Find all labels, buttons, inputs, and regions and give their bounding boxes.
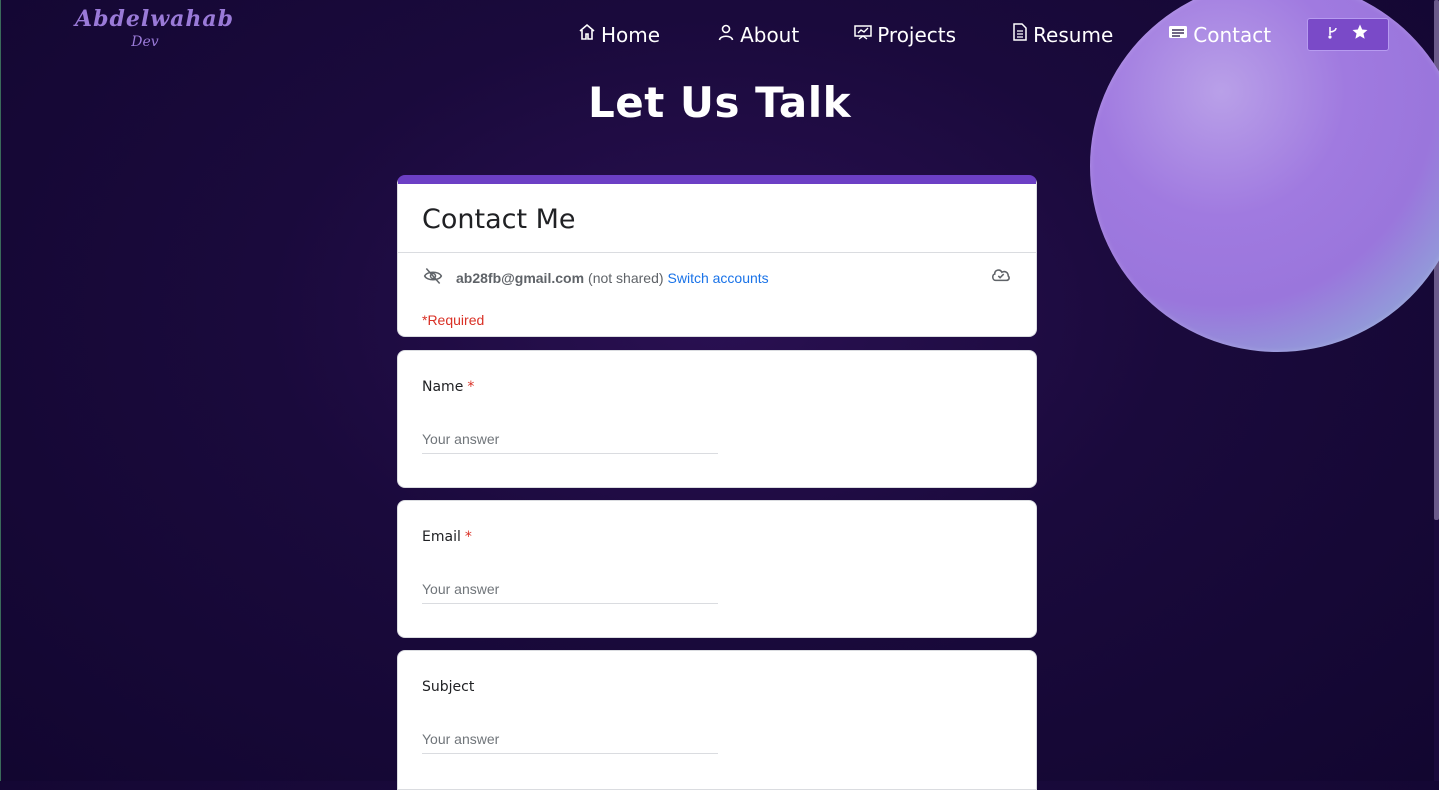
account-email: ab28fb@gmail.com: [456, 269, 585, 286]
projects-icon: [853, 22, 877, 47]
nav-home-label: Home: [601, 22, 661, 47]
nav-resume[interactable]: Resume: [1011, 22, 1113, 47]
site-logo[interactable]: Abdelwahab Dev: [75, 6, 235, 50]
subject-input[interactable]: [422, 731, 718, 754]
contact-icon: [1167, 22, 1193, 47]
star-icon: [1351, 23, 1369, 46]
nav-about[interactable]: About: [716, 22, 799, 47]
eye-off-icon: [422, 266, 444, 289]
user-icon: [716, 22, 740, 47]
github-fork-star-button[interactable]: [1307, 18, 1390, 51]
nav-about-label: About: [740, 22, 800, 47]
nav-home[interactable]: Home: [577, 22, 660, 47]
cloud-check-icon: [990, 266, 1012, 287]
question-label-text: Subject: [422, 679, 475, 695]
question-card-subject: Subject: [397, 650, 1037, 790]
question-label: Email *: [422, 529, 472, 545]
form-title: Contact Me: [422, 204, 576, 235]
nav-projects-label: Projects: [877, 22, 957, 47]
resume-icon: [1011, 22, 1033, 47]
header-divider: [398, 252, 1036, 253]
question-label-text: Email: [422, 529, 461, 545]
switch-accounts-link[interactable]: Switch accounts: [668, 270, 769, 286]
decorative-sphere: [1090, 0, 1439, 352]
fork-icon: [1327, 24, 1339, 45]
nav-projects[interactable]: Projects: [853, 22, 956, 47]
required-star: *: [467, 379, 475, 395]
not-shared-label: (not shared): [588, 269, 664, 286]
logo-name: Abdelwahab: [75, 6, 235, 32]
required-star: *: [464, 529, 472, 545]
question-label-text: Name: [422, 379, 464, 395]
nav-contact[interactable]: Contact: [1167, 22, 1271, 47]
question-card-name: Name *: [397, 350, 1037, 488]
email-input[interactable]: [422, 581, 718, 604]
home-icon: [577, 22, 601, 47]
required-note: *Required: [422, 312, 485, 328]
name-input[interactable]: [422, 431, 718, 454]
account-row: ab28fb@gmail.com (not shared) Switch acc…: [422, 266, 1012, 289]
nav-resume-label: Resume: [1033, 22, 1114, 47]
nav-contact-label: Contact: [1193, 22, 1272, 47]
page-headline: Let Us Talk: [587, 78, 852, 127]
question-label: Name *: [422, 379, 474, 395]
form-header-card: Contact Me ab28fb@gmail.com (not shared)…: [397, 175, 1037, 337]
question-label: Subject: [422, 679, 474, 695]
question-card-email: Email *: [397, 500, 1037, 638]
main-nav: Home About Projects Resume Contact: [577, 18, 1390, 51]
logo-subtitle: Dev: [131, 34, 159, 50]
contact-form: Contact Me ab28fb@gmail.com (not shared)…: [397, 175, 1037, 790]
